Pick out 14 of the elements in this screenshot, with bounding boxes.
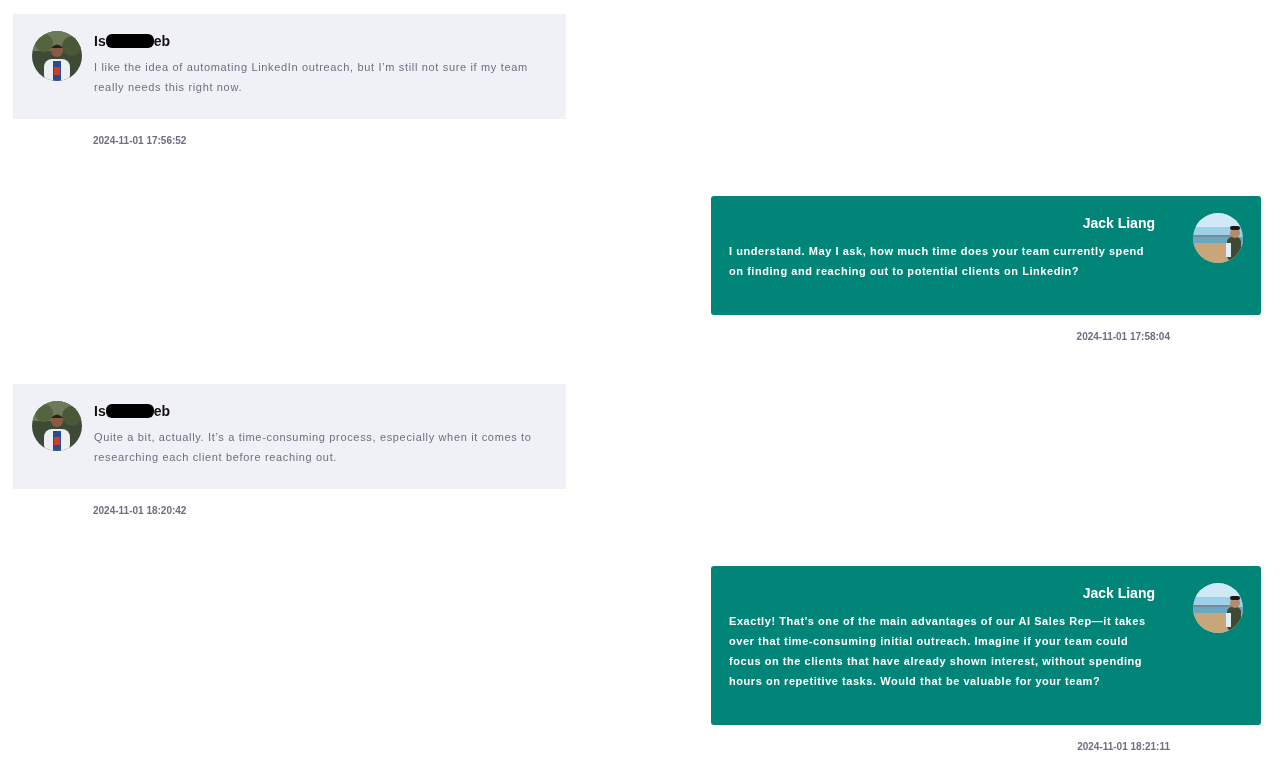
timestamp: 2024-11-01 18:21:11 bbox=[1077, 740, 1170, 754]
sender-name: Jack Liang bbox=[1082, 583, 1155, 603]
timestamp: 2024-11-01 17:58:04 bbox=[1076, 330, 1170, 344]
sender-name: Is bbox=[94, 31, 106, 51]
message-text: I understand. May I ask, how much time does your team currently spend on finding and reaching out to potential clients on Linkedin? bbox=[729, 244, 1146, 279]
message-text: I like the idea of automating LinkedIn outreach, but I’m still not sure if my team really needs this right now. bbox=[94, 60, 529, 95]
sender-name: eb bbox=[153, 401, 171, 421]
sender-name: Is bbox=[94, 401, 106, 421]
message-text: Exactly! That’s one of the main advantages of our AI Sales Rep—it takes over that time-consuming initial outreach. Imagine if your team could focus on the clients that have already shown interest, without spending hours on repetitive tasks. Would that be valuable for your team? bbox=[729, 614, 1147, 689]
message-text: Quite a bit, actually. It’s a time-consuming process, especially when it comes to researching each client before reaching out. bbox=[94, 430, 533, 465]
timestamp: 2024-11-01 18:20:42 bbox=[93, 504, 187, 518]
sender-name: Jack Liang bbox=[1082, 213, 1155, 233]
timestamp: 2024-11-01 17:56:52 bbox=[93, 134, 187, 148]
sender-name: eb bbox=[153, 31, 171, 51]
